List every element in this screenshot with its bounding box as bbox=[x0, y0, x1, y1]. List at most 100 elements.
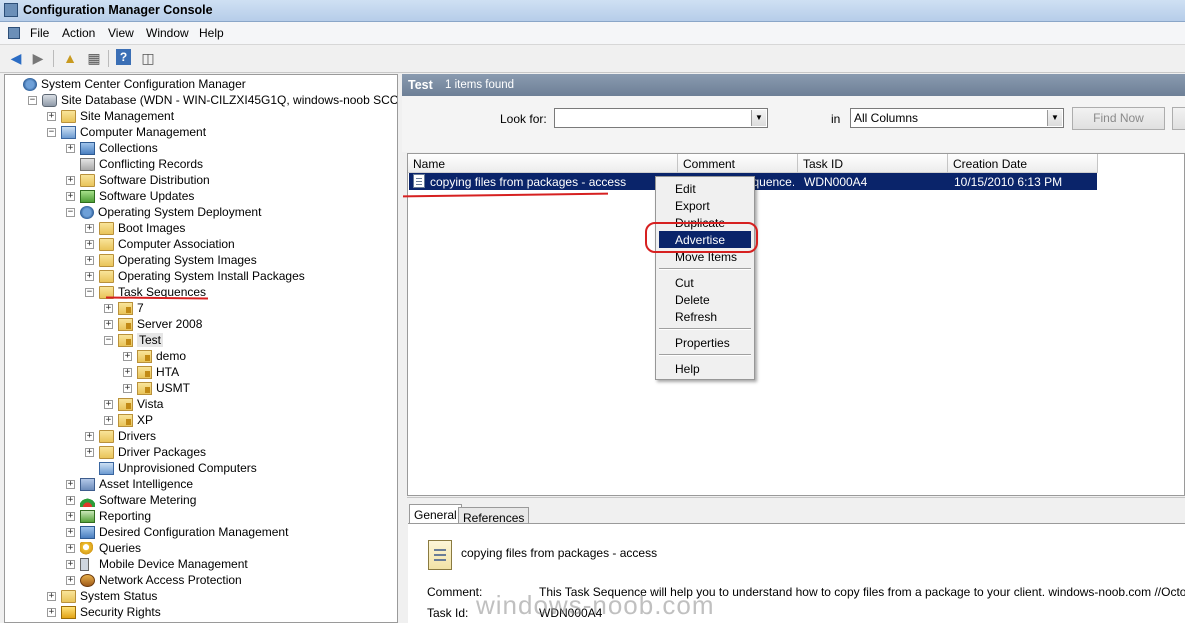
column-header-comment[interactable]: Comment bbox=[678, 154, 798, 173]
column-header-name[interactable]: Name bbox=[408, 154, 678, 173]
context-item-properties[interactable]: Properties bbox=[659, 334, 751, 351]
properties-pane-icon[interactable]: ◫ bbox=[139, 49, 157, 67]
collapse-icon[interactable]: − bbox=[66, 207, 75, 217]
expand-icon[interactable]: + bbox=[66, 479, 75, 489]
tree-node[interactable]: + Site Management bbox=[47, 108, 174, 124]
expand-icon[interactable]: + bbox=[66, 143, 75, 153]
system-menu-icon[interactable] bbox=[8, 27, 20, 39]
context-item-refresh[interactable]: Refresh bbox=[659, 308, 751, 325]
cell-name: copying files from packages - access bbox=[430, 175, 627, 189]
tree-node[interactable]: + Computer Association bbox=[85, 236, 235, 252]
folder-icon bbox=[61, 589, 76, 603]
tree-node[interactable]: + Network Access Protection bbox=[66, 572, 242, 588]
tree-node[interactable]: + Reporting bbox=[66, 508, 151, 524]
tree-node[interactable]: + Collections bbox=[66, 140, 158, 156]
column-header-creation-date[interactable]: Creation Date bbox=[948, 154, 1098, 173]
task-id-label: Task Id: bbox=[427, 606, 469, 620]
tree-node[interactable]: + Desired Configuration Management bbox=[66, 524, 288, 540]
collapse-icon[interactable]: − bbox=[85, 287, 94, 297]
collapse-icon[interactable]: − bbox=[104, 335, 113, 345]
expand-icon[interactable]: + bbox=[66, 543, 75, 553]
expand-icon[interactable]: + bbox=[123, 383, 132, 393]
look-for-label: Look for: bbox=[500, 112, 547, 126]
menu-window[interactable]: Window bbox=[146, 26, 189, 40]
expand-icon[interactable]: + bbox=[85, 239, 94, 249]
tree-node[interactable]: + Operating System Install Packages bbox=[85, 268, 305, 284]
expand-icon[interactable]: + bbox=[47, 607, 56, 617]
expand-icon[interactable]: + bbox=[47, 111, 56, 121]
expand-icon[interactable]: + bbox=[104, 303, 113, 313]
expand-icon[interactable]: + bbox=[104, 415, 113, 425]
context-item-export[interactable]: Export bbox=[659, 197, 751, 214]
menu-view[interactable]: View bbox=[108, 26, 134, 40]
search-column-combo[interactable]: All Columns ▼ bbox=[850, 108, 1064, 128]
collapse-icon[interactable]: − bbox=[28, 95, 37, 105]
show-hide-tree-icon[interactable]: ▦ bbox=[85, 49, 103, 67]
context-item-cut[interactable]: Cut bbox=[659, 274, 751, 291]
expand-icon[interactable]: + bbox=[66, 175, 75, 185]
menu-file[interactable]: File bbox=[30, 26, 49, 40]
tree-node[interactable]: + Driver Packages bbox=[85, 444, 206, 460]
menu-action[interactable]: Action bbox=[62, 26, 95, 40]
context-item-edit[interactable]: Edit bbox=[659, 180, 751, 197]
collapse-icon[interactable]: − bbox=[47, 127, 56, 137]
tree-node[interactable]: + Software Updates bbox=[66, 188, 194, 204]
tree-node[interactable]: + XP bbox=[104, 412, 153, 428]
look-for-combo[interactable]: ▼ bbox=[554, 108, 768, 128]
tree-node[interactable]: System Center Configuration Manager bbox=[9, 76, 246, 92]
tree-node[interactable]: + Boot Images bbox=[85, 220, 185, 236]
console-tree[interactable]: System Center Configuration Manager − Site… bbox=[4, 74, 398, 623]
expand-icon[interactable]: + bbox=[66, 511, 75, 521]
column-header-task-id[interactable]: Task ID bbox=[798, 154, 948, 173]
expand-icon[interactable]: + bbox=[85, 447, 94, 457]
tree-node[interactable]: + Server 2008 bbox=[104, 316, 202, 332]
tree-node[interactable]: + Drivers bbox=[85, 428, 156, 444]
menu-help[interactable]: Help bbox=[199, 26, 224, 40]
tree-node[interactable]: +7 bbox=[104, 300, 144, 316]
tree-node[interactable]: + System Status bbox=[47, 588, 157, 604]
tree-node[interactable]: + Software Distribution bbox=[66, 172, 210, 188]
tree-node[interactable]: + Operating System Images bbox=[85, 252, 257, 268]
expand-icon[interactable]: + bbox=[66, 559, 75, 569]
tree-node[interactable]: + Security Rights bbox=[47, 604, 161, 620]
expand-icon[interactable]: + bbox=[66, 575, 75, 585]
tree-node[interactable]: − Site Database (WDN - WIN-CILZXI45G1Q, w… bbox=[28, 92, 397, 108]
expand-icon[interactable]: + bbox=[47, 591, 56, 601]
tree-node[interactable]: − Computer Management bbox=[47, 124, 206, 140]
context-item-help[interactable]: Help bbox=[659, 360, 751, 377]
expand-icon[interactable]: + bbox=[85, 255, 94, 265]
tree-node[interactable]: Unprovisioned Computers bbox=[85, 460, 257, 476]
expand-icon[interactable]: + bbox=[66, 495, 75, 505]
tree-node[interactable]: + Vista bbox=[104, 396, 163, 412]
back-arrow-icon[interactable]: ◀ bbox=[7, 49, 25, 67]
results-list[interactable]: Name Comment Task ID Creation Date copyi… bbox=[407, 153, 1185, 496]
tree-node[interactable]: + Software Metering bbox=[66, 492, 196, 508]
expand-icon[interactable]: + bbox=[123, 367, 132, 377]
tree-node[interactable]: + Queries bbox=[66, 540, 141, 556]
tree-node[interactable]: + Asset Intelligence bbox=[66, 476, 193, 492]
expand-icon[interactable]: + bbox=[85, 223, 94, 233]
tree-node[interactable]: − Operating System Deployment bbox=[66, 204, 261, 220]
tree-node[interactable]: + HTA bbox=[123, 364, 179, 380]
tree-node[interactable]: + demo bbox=[123, 348, 186, 364]
chevron-down-icon[interactable]: ▼ bbox=[1047, 110, 1062, 126]
expand-icon[interactable]: + bbox=[104, 319, 113, 329]
tree-node[interactable]: + Mobile Device Management bbox=[66, 556, 248, 572]
tab-general[interactable]: General bbox=[409, 504, 462, 525]
up-folder-icon[interactable]: ▲ bbox=[61, 49, 79, 67]
clear-button[interactable] bbox=[1172, 107, 1185, 130]
expand-icon[interactable]: + bbox=[66, 191, 75, 201]
help-icon[interactable]: ? bbox=[116, 49, 131, 65]
expand-icon[interactable]: + bbox=[104, 399, 113, 409]
tree-node[interactable]: − Test bbox=[104, 332, 164, 348]
expand-icon[interactable]: + bbox=[85, 271, 94, 281]
forward-arrow-icon[interactable]: ▶ bbox=[29, 49, 47, 67]
expand-icon[interactable]: + bbox=[66, 527, 75, 537]
tree-node[interactable]: + USMT bbox=[123, 380, 190, 396]
tree-node[interactable]: Conflicting Records bbox=[66, 156, 203, 172]
expand-icon[interactable]: + bbox=[123, 351, 132, 361]
find-now-button[interactable]: Find Now bbox=[1072, 107, 1165, 130]
context-item-delete[interactable]: Delete bbox=[659, 291, 751, 308]
chevron-down-icon[interactable]: ▼ bbox=[751, 110, 766, 126]
expand-icon[interactable]: + bbox=[85, 431, 94, 441]
